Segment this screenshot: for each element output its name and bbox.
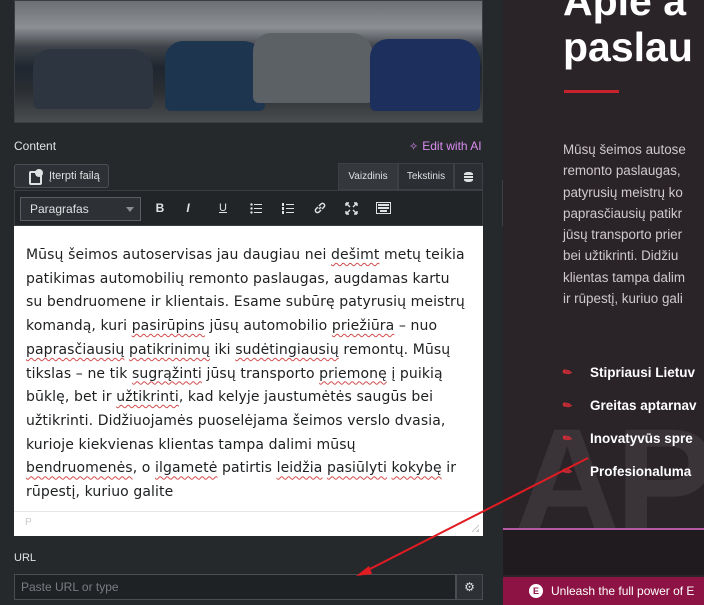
fullscreen-icon[interactable] [342,199,360,217]
preview-lower-section [503,530,704,575]
preview-body-line: ir rūpestį, kuriuo gali [563,291,683,307]
link-icon[interactable] [311,199,329,217]
database-icon [464,171,473,182]
misspelled-word: priemonę [319,365,387,382]
heading-accent-divider [564,90,619,93]
misspelled-word: užtikrinti [116,389,179,406]
preview-body-line: patyrusių meistrų ko [563,184,683,200]
car-image-shape [165,41,265,111]
feature-label: Greitas aptarnav [590,398,697,413]
feature-list: ✎ Stipriausi Lietuv ✎ Greitas aptarnav ✎ Inov… [560,356,697,488]
misspelled-word: patikrinimų [128,341,210,358]
text-run: jūsų automobilio [204,318,332,335]
preview-body-line: jūsų transporto prier [563,227,683,243]
preview-body-line: klientas tampa dalim [563,269,686,285]
image-preview[interactable] [14,0,483,123]
misspelled-word: pasirūpins [131,318,205,335]
preview-heading-line: paslau [563,24,693,70]
preview-body-line: paprasčiausių patikr [563,205,683,221]
preview-body-line: Mūsų šeimos autose [563,142,686,157]
car-image-shape [33,49,153,109]
url-options-button[interactable]: ⚙ [456,574,483,600]
text-run: – nuo [394,318,438,335]
numbered-list-icon[interactable] [279,199,297,217]
misspelled-word: priežiūra [331,318,395,335]
feature-label: Stipriausi Lietuv [590,365,696,380]
italic-icon[interactable]: I [179,199,197,217]
page-preview: AP Apie a paslau Mūsų šeimos autose remon… [503,0,704,605]
text-run: patirtis [217,460,277,477]
preview-body-line: remonto paslaugas, [563,163,681,179]
feature-label: Inovatyvūs spre [590,431,693,446]
tab-text[interactable]: Tekstinis [398,163,454,190]
editor-paragraph[interactable]: Mūsų šeimos autoservisas jau daugiau nei… [26,244,466,505]
misspelled-word: bendruomenės [26,460,133,477]
feature-item: ✎ Inovatyvūs spre [560,422,697,455]
insert-media-label: Įterpti failą [49,170,100,182]
misspelled-word: leidžia [276,460,323,477]
preview-body-line: bei užtikrinti. Didžiu [563,248,679,264]
text-run: , o [132,460,156,477]
editor-toolbar: Paragrafas B I U [14,190,483,226]
gear-icon: ⚙ [464,580,475,594]
format-select[interactable]: Paragrafas [20,197,141,221]
misspelled-word: ilgametė [155,460,218,477]
text-run: jūsų transporto [201,365,320,382]
text-editor[interactable]: Mūsų šeimos autoservisas jau daugiau nei… [14,226,483,511]
misspelled-word: paprasčiausių [26,341,125,358]
media-icon [29,169,43,185]
promo-text: Unleash the full power of E [551,584,695,598]
wrench-icon: ✎ [560,464,576,480]
wrench-icon: ✎ [560,365,576,381]
misspelled-word: sugrąžinti [132,365,202,382]
content-section-label: Content [14,139,57,153]
url-input[interactable] [14,574,456,600]
bullet-list-icon[interactable] [247,199,265,217]
preview-heading-line: Apie a [563,0,687,24]
bold-icon[interactable]: B [151,199,169,217]
text-run: Mūsų šeimos autoservisas jau daugiau nei [26,247,332,263]
feature-label: Profesionaluma [590,464,692,479]
preview-body-text: Mūsų šeimos autose remonto paslaugas, paty… [563,139,704,309]
wrench-icon: ✎ [560,398,576,414]
url-label: URL [14,552,37,564]
preview-heading: Apie a paslau [563,0,693,70]
format-select-value: Paragrafas [30,202,89,216]
element-path: P [25,517,32,528]
dynamic-tags-button[interactable] [454,163,483,190]
editor-status-bar: P [14,511,483,536]
chevron-down-icon [126,207,134,212]
feature-item: ✎ Greitas aptarnav [560,389,697,422]
wrench-icon: ✎ [560,431,576,447]
car-image-shape [370,39,480,111]
keyboard-icon[interactable] [374,199,392,217]
tab-visual[interactable]: Vaizdinis [338,163,398,190]
car-image-shape [253,33,373,103]
feature-item: ✎ Stipriausi Lietuv [560,356,697,389]
resize-handle-icon[interactable] [472,525,479,532]
insert-media-button[interactable]: Įterpti failą [14,164,109,188]
feature-item: ✎ Profesionaluma [560,455,697,488]
misspelled-word: pasiūlyti [326,460,387,477]
underline-icon[interactable]: U [214,199,232,217]
misspelled-word: sudėtingiausių [235,341,339,358]
promo-banner[interactable]: E Unleash the full power of E [503,577,704,605]
misspelled-word: dešimt [331,247,380,263]
text-run: iki [209,341,236,358]
misspelled-word: kokybę [391,460,442,477]
edit-with-ai-label: Edit with AI [422,139,482,153]
content-panel: Content ✧ Edit with AI Įterpti failą Vai… [0,0,497,605]
edit-with-ai-button[interactable]: ✧ Edit with AI [409,139,482,153]
elementor-logo-icon: E [529,584,543,598]
sparkle-icon: ✧ [409,140,419,153]
